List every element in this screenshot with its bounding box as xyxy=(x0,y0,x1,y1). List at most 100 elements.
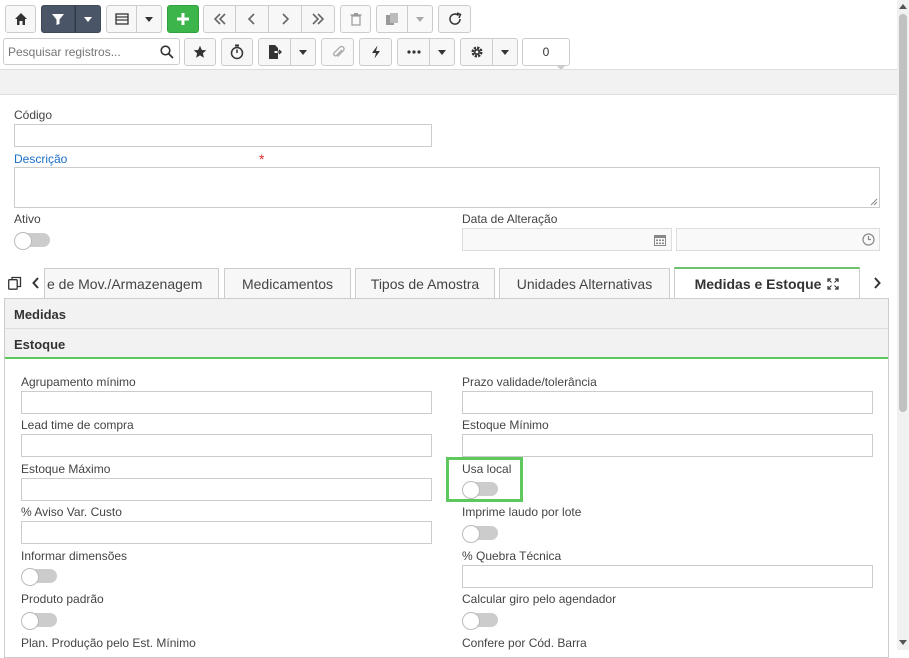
ellipsis-icon xyxy=(406,50,421,54)
informar-dimensoes-toggle[interactable] xyxy=(21,568,57,586)
tab-medidas-e-estoque[interactable]: Medidas e Estoque xyxy=(674,267,860,299)
section-medidas[interactable]: Medidas xyxy=(5,299,888,329)
quebra-tecnica-label: % Quebra Técnica xyxy=(462,549,562,563)
plus-icon xyxy=(177,13,189,25)
imprime-laudo-toggle[interactable] xyxy=(462,525,498,543)
chevron-down-icon xyxy=(145,16,153,22)
add-button[interactable] xyxy=(167,5,199,33)
view-dropdown-button[interactable] xyxy=(137,5,162,33)
chevron-down-icon xyxy=(299,49,307,55)
first-record-button[interactable] xyxy=(203,5,236,33)
resize-handle-icon[interactable] xyxy=(870,198,878,206)
last-record-button[interactable] xyxy=(302,5,335,33)
export-dropdown-button[interactable] xyxy=(291,38,316,66)
descricao-textarea[interactable] xyxy=(14,167,880,208)
paperclip-icon xyxy=(332,45,345,57)
estoque-maximo-label: Estoque Máximo xyxy=(21,462,111,476)
filter-button[interactable] xyxy=(41,5,75,33)
home-icon xyxy=(14,13,27,25)
prazo-validade-input[interactable] xyxy=(462,391,873,414)
favorite-button[interactable] xyxy=(184,38,216,66)
action-button[interactable] xyxy=(359,38,392,66)
view-list-button[interactable] xyxy=(106,5,137,33)
export-button[interactable] xyxy=(258,38,291,66)
trash-icon xyxy=(350,13,361,26)
calcular-giro-label: Calcular giro pelo agendador xyxy=(462,592,617,606)
tab-tipos-de-amostra[interactable]: Tipos de Amostra xyxy=(355,268,495,298)
lightning-icon xyxy=(371,45,380,59)
copy-tabs-icon[interactable] xyxy=(8,276,22,290)
tab-label: Unidades Alternativas xyxy=(516,275,653,292)
chevron-down-icon xyxy=(501,49,509,55)
scroll-up-icon[interactable] xyxy=(899,3,907,9)
double-chevron-left-icon xyxy=(213,13,226,25)
expand-icon[interactable] xyxy=(827,278,840,290)
refresh-button[interactable] xyxy=(438,5,471,33)
descricao-label: Descrição xyxy=(14,152,68,166)
delete-button[interactable] xyxy=(340,5,371,33)
aviso-var-custo-label: % Aviso Var. Custo xyxy=(21,505,122,519)
search-box[interactable] xyxy=(3,38,180,65)
data-alteracao-time-input[interactable] xyxy=(676,228,880,251)
estoque-minimo-label: Estoque Mínimo xyxy=(462,418,549,432)
agrupamento-minimo-input[interactable] xyxy=(21,391,432,414)
section-estoque[interactable]: Estoque xyxy=(5,329,888,359)
refresh-icon xyxy=(448,12,461,25)
imprime-laudo-label: Imprime laudo por lote xyxy=(462,505,582,519)
aviso-var-custo-input[interactable] xyxy=(21,521,432,544)
usa-local-toggle[interactable] xyxy=(462,481,498,499)
codigo-input[interactable] xyxy=(14,124,432,147)
double-chevron-right-icon xyxy=(312,13,325,25)
usa-local-label: Usa local xyxy=(462,462,512,476)
more-options-button[interactable] xyxy=(397,38,430,66)
tab-unidades-alternativas[interactable]: Unidades Alternativas xyxy=(499,268,670,298)
calendar-icon[interactable] xyxy=(654,234,666,246)
search-icon[interactable] xyxy=(160,45,174,59)
scroll-down-icon[interactable] xyxy=(899,640,907,646)
next-record-button[interactable] xyxy=(269,5,302,33)
ativo-toggle[interactable] xyxy=(14,232,50,250)
chevron-right-icon xyxy=(282,13,290,25)
copy-icon xyxy=(386,13,398,25)
tab-label: Medicamentos xyxy=(241,275,334,292)
tab-medicamentos[interactable]: Medicamentos xyxy=(224,268,351,298)
settings-dropdown-button[interactable] xyxy=(493,38,518,66)
section-estoque-title: Estoque xyxy=(14,337,66,352)
filter-icon xyxy=(52,14,64,25)
data-alteracao-label: Data de Alteração xyxy=(462,212,558,226)
duplicate-button[interactable] xyxy=(376,5,408,33)
data-alteracao-date-input[interactable] xyxy=(462,228,672,251)
filter-dropdown-button[interactable] xyxy=(75,5,101,33)
informar-dimensoes-label: Informar dimensões xyxy=(21,549,128,563)
previous-record-button[interactable] xyxy=(236,5,269,33)
quebra-tecnica-input[interactable] xyxy=(462,565,873,588)
prazo-validade-label: Prazo validade/tolerância xyxy=(462,375,597,389)
tab-mov-armazenagem[interactable]: e de Mov./Armazenagem xyxy=(44,268,219,298)
settings-button[interactable] xyxy=(460,38,493,66)
record-count-badge: 0 xyxy=(522,38,570,66)
scrollbar-track[interactable] xyxy=(897,0,909,650)
required-marker: * xyxy=(259,151,265,167)
calcular-giro-toggle[interactable] xyxy=(462,612,498,630)
search-input[interactable] xyxy=(8,43,156,60)
produto-padrao-toggle[interactable] xyxy=(21,612,57,630)
more-options-dropdown-button[interactable] xyxy=(430,38,455,66)
star-icon xyxy=(193,45,207,58)
tabs-scroll-right-icon[interactable] xyxy=(872,276,882,290)
ativo-label: Ativo xyxy=(14,212,41,226)
duplicate-dropdown-button[interactable] xyxy=(408,5,433,33)
file-export-icon xyxy=(268,45,282,59)
confere-cod-barra-label: Confere por Cód. Barra xyxy=(462,636,587,650)
tabs-scroll-left-icon[interactable] xyxy=(31,276,41,290)
lead-time-label: Lead time de compra xyxy=(21,418,134,432)
clock-icon[interactable] xyxy=(862,233,875,246)
codigo-label: Código xyxy=(14,108,53,122)
home-button[interactable] xyxy=(5,5,36,33)
scrollbar-thumb[interactable] xyxy=(899,14,907,412)
estoque-minimo-input[interactable] xyxy=(462,434,873,457)
tab-label: Tipos de Amostra xyxy=(370,275,480,292)
estoque-maximo-input[interactable] xyxy=(21,478,432,501)
lead-time-input[interactable] xyxy=(21,434,432,457)
timer-button[interactable] xyxy=(221,38,253,66)
attach-button[interactable] xyxy=(321,38,354,66)
